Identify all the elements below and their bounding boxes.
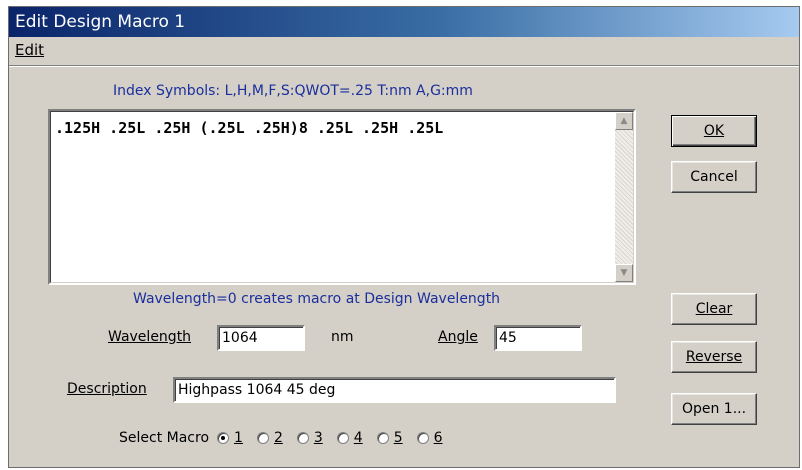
macro-editor[interactable]: .125H .25L .25H (.25L .25H)8 .25L .25H .… <box>48 109 636 285</box>
macro-radio-1[interactable]: 1 <box>217 430 243 446</box>
wavelength-hint: Wavelength=0 creates macro at Design Wav… <box>133 291 501 307</box>
radio-selected-icon[interactable] <box>217 432 230 444</box>
wavelength-field[interactable]: 1064 <box>217 325 305 351</box>
select-macro-group: Select Macro 1 2 3 4 5 6 <box>119 427 457 449</box>
macro-text[interactable]: .125H .25L .25H (.25L .25H)8 .25L .25H .… <box>55 119 443 137</box>
macro-radio-4[interactable]: 4 <box>336 430 363 446</box>
index-symbols-label: Index Symbols: L,H,M,F,S:QWOT=.25 T:nm A… <box>113 83 473 99</box>
macro-radio-3[interactable]: 3 <box>296 430 323 446</box>
scroll-up-icon[interactable]: ▲ <box>615 112 633 130</box>
ok-button[interactable]: OK <box>671 115 757 147</box>
menu-bar: Edit <box>9 38 799 64</box>
title-bar: Edit Design Macro 1 <box>9 7 799 37</box>
menu-edit[interactable]: Edit <box>15 41 44 59</box>
open-button[interactable]: Open 1... <box>671 393 757 425</box>
edit-design-macro-dialog: Edit Design Macro 1 Edit Index Symbols: … <box>8 6 800 468</box>
clear-button[interactable]: Clear <box>671 293 757 325</box>
macro-radio-5[interactable]: 5 <box>376 430 403 446</box>
radio-icon[interactable] <box>376 432 389 444</box>
radio-icon[interactable] <box>336 432 349 444</box>
wavelength-unit: nm <box>331 329 354 345</box>
wavelength-label: Wavelength <box>108 329 192 345</box>
angle-field[interactable]: 45 <box>494 325 582 351</box>
window-title: Edit Design Macro 1 <box>15 12 186 32</box>
cancel-button[interactable]: Cancel <box>671 161 757 193</box>
menu-divider <box>9 65 799 67</box>
angle-label: Angle <box>438 329 478 345</box>
vertical-scrollbar[interactable]: ▲ ▼ <box>615 112 633 282</box>
description-field[interactable]: Highpass 1064 45 deg <box>173 377 616 403</box>
select-macro-label: Select Macro <box>119 430 210 446</box>
macro-radio-6[interactable]: 6 <box>416 430 443 446</box>
radio-icon[interactable] <box>256 432 269 444</box>
radio-icon[interactable] <box>296 432 309 444</box>
radio-icon[interactable] <box>416 432 429 444</box>
scroll-down-icon[interactable]: ▼ <box>615 264 633 282</box>
description-label: Description <box>67 381 147 397</box>
reverse-button[interactable]: Reverse <box>671 341 757 373</box>
macro-radio-2[interactable]: 2 <box>256 430 283 446</box>
